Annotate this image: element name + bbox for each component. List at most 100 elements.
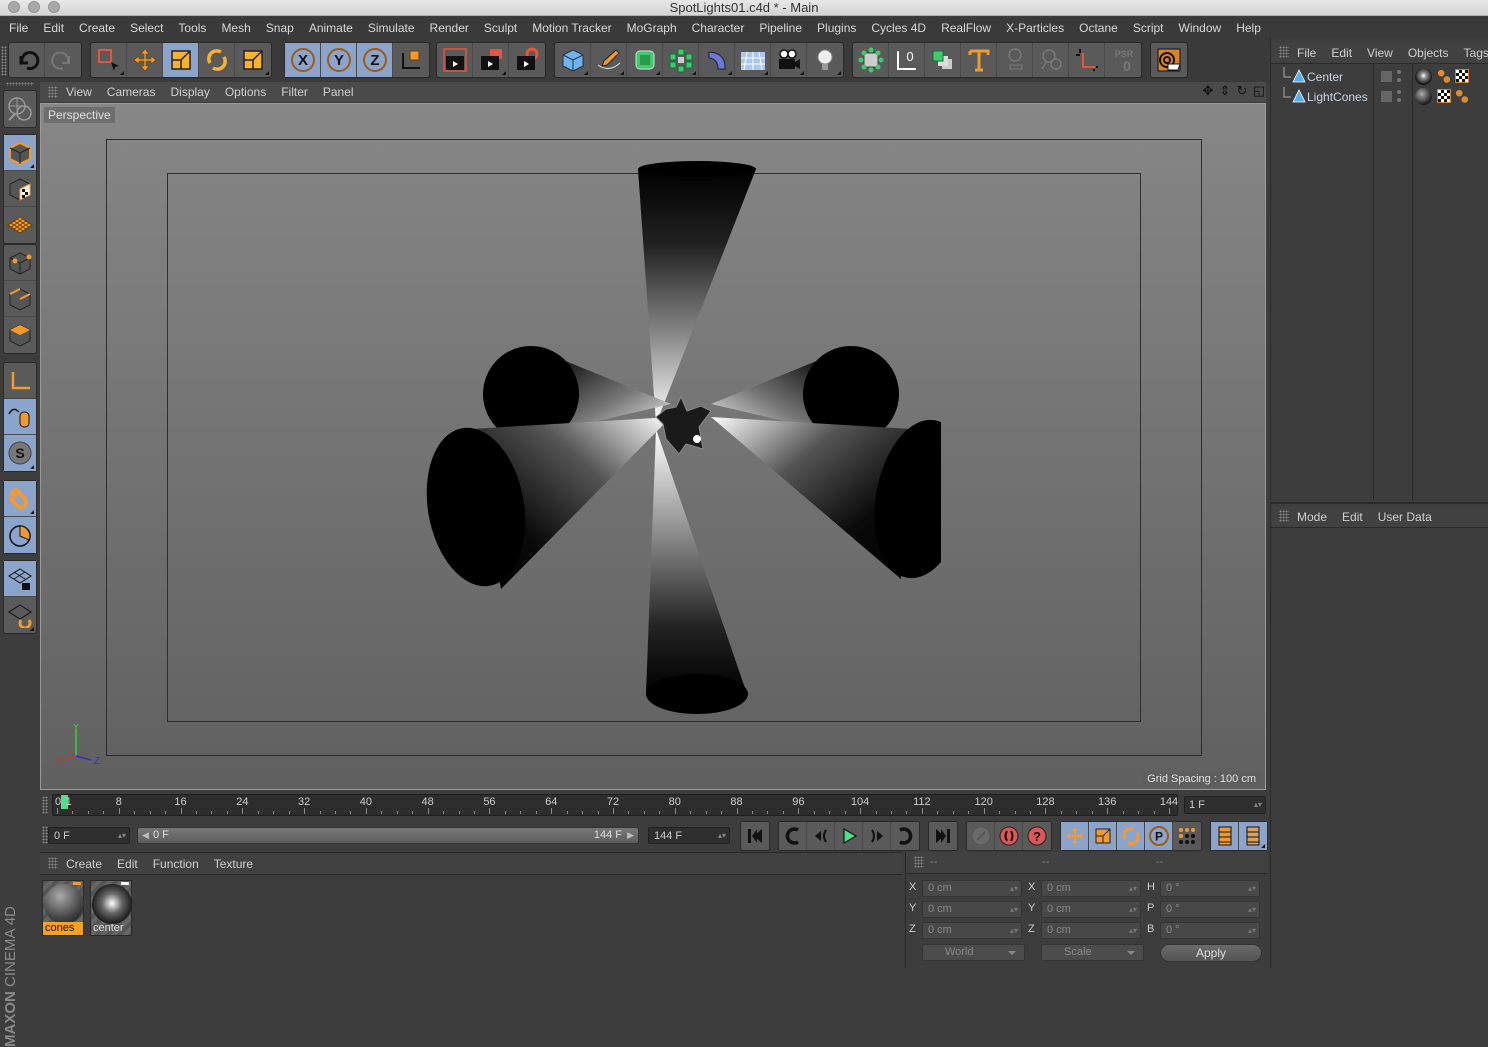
material-menu-create[interactable]: Create [66,857,102,871]
menu-render[interactable]: Render [430,21,469,35]
redo-button[interactable] [45,43,81,77]
size-y-field[interactable]: 0 cm ▴▾ [1041,901,1141,918]
null-object-button[interactable]: 0 [889,43,925,77]
key-pla-button[interactable] [1173,822,1201,850]
range-right-arrow[interactable]: ▶ [627,828,634,843]
pan-icon[interactable]: ✥ [1201,83,1215,98]
viewport-menu-display[interactable]: Display [170,85,209,99]
checker-tag-icon[interactable] [1437,89,1451,103]
menu-cycles-4d[interactable]: Cycles 4D [871,21,926,35]
move-tool-button[interactable] [127,43,163,77]
light-button[interactable] [807,43,843,77]
lock-workplane-button[interactable] [4,561,36,597]
material-cones[interactable]: cones [42,880,84,936]
size-mode-select[interactable]: Scale [1041,944,1144,961]
make-editable-button[interactable] [4,91,36,127]
object-name-center[interactable]: Center [1307,70,1343,84]
material-grip[interactable] [48,857,58,869]
next-frame-button[interactable] [863,822,891,850]
apply-button[interactable]: Apply [1160,944,1262,962]
polygons-mode-button[interactable] [4,317,36,353]
points-mode-button[interactable] [4,245,36,281]
menu-x-particles[interactable]: X-Particles [1006,21,1064,35]
instance-button[interactable] [925,43,961,77]
menu-help[interactable]: Help [1236,21,1261,35]
rotate-tool-button[interactable] [199,43,235,77]
menu-motion-tracker[interactable]: Motion Tracker [532,21,611,35]
render-view-button[interactable] [437,43,473,77]
menu-script[interactable]: Script [1133,21,1164,35]
autokey-button[interactable] [995,822,1023,850]
bend-deformer-button[interactable] [699,43,735,77]
object-menu-file[interactable]: File [1297,46,1316,60]
attribute-menu-user-data[interactable]: User Data [1378,510,1432,524]
size-x-field[interactable]: 0 cm ▴▾ [1041,880,1141,897]
key-scale-button[interactable] [1089,822,1117,850]
timeline-button[interactable] [1211,822,1239,850]
object-menu-view[interactable]: View [1367,46,1393,60]
viewport-menu-options[interactable]: Options [225,85,266,99]
psr-reset-button[interactable]: PSR 0 [1105,43,1141,77]
menu-plugins[interactable]: Plugins [817,21,856,35]
start-frame-field[interactable]: 0 F ▴▾ [48,827,130,844]
coordinate-grip[interactable] [914,856,924,868]
visibility-dot-editor[interactable] [1397,70,1401,74]
position-x-field[interactable]: 0 cm ▴▾ [922,880,1022,897]
rotation-b-field[interactable]: 0 ° ▴▾ [1160,922,1260,939]
material-tag-icon[interactable] [1415,88,1432,105]
model-mode-button[interactable] [4,135,36,171]
viewport-grip[interactable] [48,86,58,98]
object-row-center[interactable]: Center [1271,67,1488,87]
render-to-picture-viewer-button[interactable] [473,43,509,77]
menu-snap[interactable]: Snap [266,21,294,35]
render-settings-button[interactable] [509,43,545,77]
cloner-button[interactable] [663,43,699,77]
menu-mograph[interactable]: MoGraph [627,21,677,35]
coordinate-mode-select[interactable]: World [922,944,1025,961]
menu-mesh[interactable]: Mesh [221,21,250,35]
position-y-field[interactable]: 0 cm ▴▾ [922,901,1022,918]
pen-button[interactable] [591,43,627,77]
disabled-tool-2[interactable] [1033,43,1069,77]
menu-animate[interactable]: Animate [309,21,353,35]
left-toolbar-grip[interactable] [6,82,34,86]
live-selection-button[interactable] [91,43,127,77]
menu-file[interactable]: File [9,21,28,35]
timeline-grip[interactable] [42,796,48,814]
z-axis-lock-button[interactable]: Z [357,43,393,77]
menu-create[interactable]: Create [79,21,115,35]
viewport-menu-panel[interactable]: Panel [323,85,354,99]
material-center[interactable]: center [90,880,132,936]
prev-frame-button[interactable] [807,822,835,850]
toolbar-grip[interactable] [1,46,7,76]
menu-pipeline[interactable]: Pipeline [759,21,802,35]
dope-sheet-button[interactable] [1239,822,1267,850]
material-tag-icon[interactable] [1415,68,1432,85]
xpresso-button[interactable] [853,43,889,77]
axis-tool-button[interactable] [1069,43,1105,77]
material-menu-function[interactable]: Function [153,857,199,871]
orbit-icon[interactable]: ↻ [1235,83,1249,98]
editor-visibility-icon[interactable] [1381,71,1392,82]
attribute-menu-mode[interactable]: Mode [1297,510,1327,524]
object-row-lightcones[interactable]: LightCones [1271,87,1488,107]
timeline-ruler[interactable]: 0 1 8 16 24 32 40 48 56 64 72 80 88 96 104 112 120 128 136… [52,794,1178,816]
checker-tag-icon[interactable] [1455,69,1469,83]
viewport-menu-filter[interactable]: Filter [281,85,308,99]
menu-simulate[interactable]: Simulate [368,21,415,35]
text-button[interactable] [961,43,997,77]
go-to-start-button[interactable] [741,822,769,850]
edges-mode-button[interactable] [4,281,36,317]
x-axis-lock-button[interactable]: X [285,43,321,77]
prev-key-button[interactable] [779,822,807,850]
axis-mode-button[interactable] [4,363,36,399]
octane-live-viewer-button[interactable] [1151,43,1187,77]
attribute-manager-grip[interactable] [1279,510,1289,522]
key-position-button[interactable] [1061,822,1089,850]
viewport-menu-cameras[interactable]: Cameras [107,85,156,99]
dolly-icon[interactable]: ⇕ [1218,83,1232,98]
object-menu-objects[interactable]: Objects [1408,46,1449,60]
end-frame-field[interactable]: 144 F ▴▾ [648,827,730,844]
size-z-field[interactable]: 0 cm ▴▾ [1041,922,1141,939]
visibility-dot-render[interactable] [1397,98,1401,102]
